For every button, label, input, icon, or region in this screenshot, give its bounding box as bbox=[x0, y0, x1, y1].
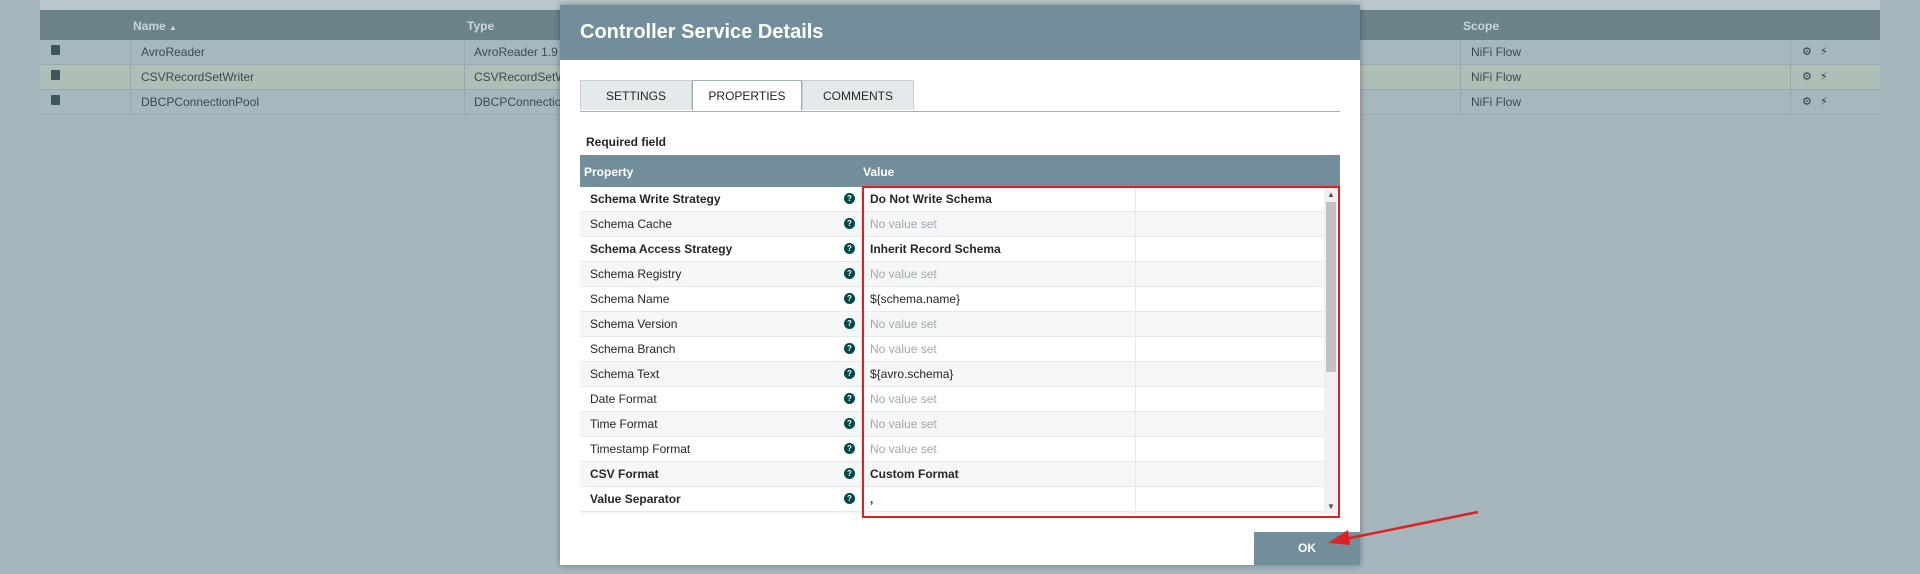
tab-properties[interactable]: PROPERTIES bbox=[692, 80, 802, 111]
service-name: DBCPConnectionPool bbox=[141, 95, 260, 109]
property-name: Value Separator bbox=[590, 492, 681, 506]
service-type: DBCPConnectio bbox=[474, 95, 562, 109]
property-name: Schema Version bbox=[590, 317, 678, 331]
help-icon[interactable]: ? bbox=[844, 243, 855, 254]
enable-flash-icon[interactable]: ⚡ bbox=[1820, 45, 1828, 58]
properties-table-header: Property Value bbox=[580, 155, 1340, 187]
property-name: Timestamp Format bbox=[590, 442, 691, 456]
help-icon[interactable]: ? bbox=[844, 493, 855, 504]
property-name: Schema Write Strategy bbox=[590, 192, 721, 206]
column-scope-header[interactable]: Scope bbox=[1463, 19, 1499, 33]
property-column-header: Property bbox=[584, 165, 634, 179]
value-column-highlight-box bbox=[862, 186, 1340, 518]
service-scope: NiFi Flow bbox=[1471, 45, 1521, 59]
enable-flash-icon[interactable]: ⚡ bbox=[1820, 95, 1828, 108]
help-icon[interactable]: ? bbox=[844, 468, 855, 479]
help-icon[interactable]: ? bbox=[844, 343, 855, 354]
help-icon[interactable]: ? bbox=[844, 193, 855, 204]
dialog-tabs: SETTINGS PROPERTIES COMMENTS bbox=[580, 80, 1340, 112]
configure-gear-icon[interactable]: ⚙ bbox=[1802, 70, 1812, 83]
property-name: Schema Text bbox=[590, 367, 660, 381]
property-name: Date Format bbox=[590, 392, 657, 406]
sort-ascending-icon: ▲ bbox=[169, 23, 177, 32]
enable-flash-icon[interactable]: ⚡ bbox=[1820, 70, 1828, 83]
help-icon[interactable]: ? bbox=[844, 268, 855, 279]
help-icon[interactable]: ? bbox=[844, 218, 855, 229]
help-icon[interactable]: ? bbox=[844, 293, 855, 304]
service-name: CSVRecordSetWriter bbox=[141, 70, 255, 84]
property-name: Schema Access Strategy bbox=[590, 242, 733, 256]
configure-gear-icon[interactable]: ⚙ bbox=[1802, 45, 1812, 58]
configure-gear-icon[interactable]: ⚙ bbox=[1802, 95, 1812, 108]
documentation-icon[interactable] bbox=[51, 70, 60, 80]
help-icon[interactable]: ? bbox=[844, 418, 855, 429]
help-icon[interactable]: ? bbox=[844, 393, 855, 404]
service-scope: NiFi Flow bbox=[1471, 70, 1521, 84]
column-name-header[interactable]: Name ▲ bbox=[133, 19, 177, 33]
documentation-icon[interactable] bbox=[51, 95, 60, 105]
help-icon[interactable]: ? bbox=[844, 368, 855, 379]
tab-settings[interactable]: SETTINGS bbox=[580, 80, 692, 110]
property-name: Time Format bbox=[590, 417, 658, 431]
property-name: CSV Format bbox=[590, 467, 659, 481]
annotation-arrow-icon bbox=[1328, 510, 1479, 545]
value-column-header: Value bbox=[863, 165, 895, 179]
property-name: Schema Cache bbox=[590, 217, 673, 231]
tab-comments[interactable]: COMMENTS bbox=[802, 80, 914, 110]
property-name: Schema Name bbox=[590, 292, 670, 306]
service-type: CSVRecordSetW bbox=[474, 70, 567, 84]
dialog-title: Controller Service Details bbox=[560, 5, 1360, 60]
column-type-header[interactable]: Type bbox=[467, 19, 494, 33]
service-type: AvroReader 1.9 bbox=[474, 45, 558, 59]
service-scope: NiFi Flow bbox=[1471, 95, 1521, 109]
required-field-label: Required field bbox=[586, 135, 667, 149]
property-name: Schema Registry bbox=[590, 267, 682, 281]
help-icon[interactable]: ? bbox=[844, 318, 855, 329]
documentation-icon[interactable] bbox=[51, 45, 60, 55]
property-name: Schema Branch bbox=[590, 342, 676, 356]
service-name: AvroReader bbox=[141, 45, 205, 59]
help-icon[interactable]: ? bbox=[844, 443, 855, 454]
